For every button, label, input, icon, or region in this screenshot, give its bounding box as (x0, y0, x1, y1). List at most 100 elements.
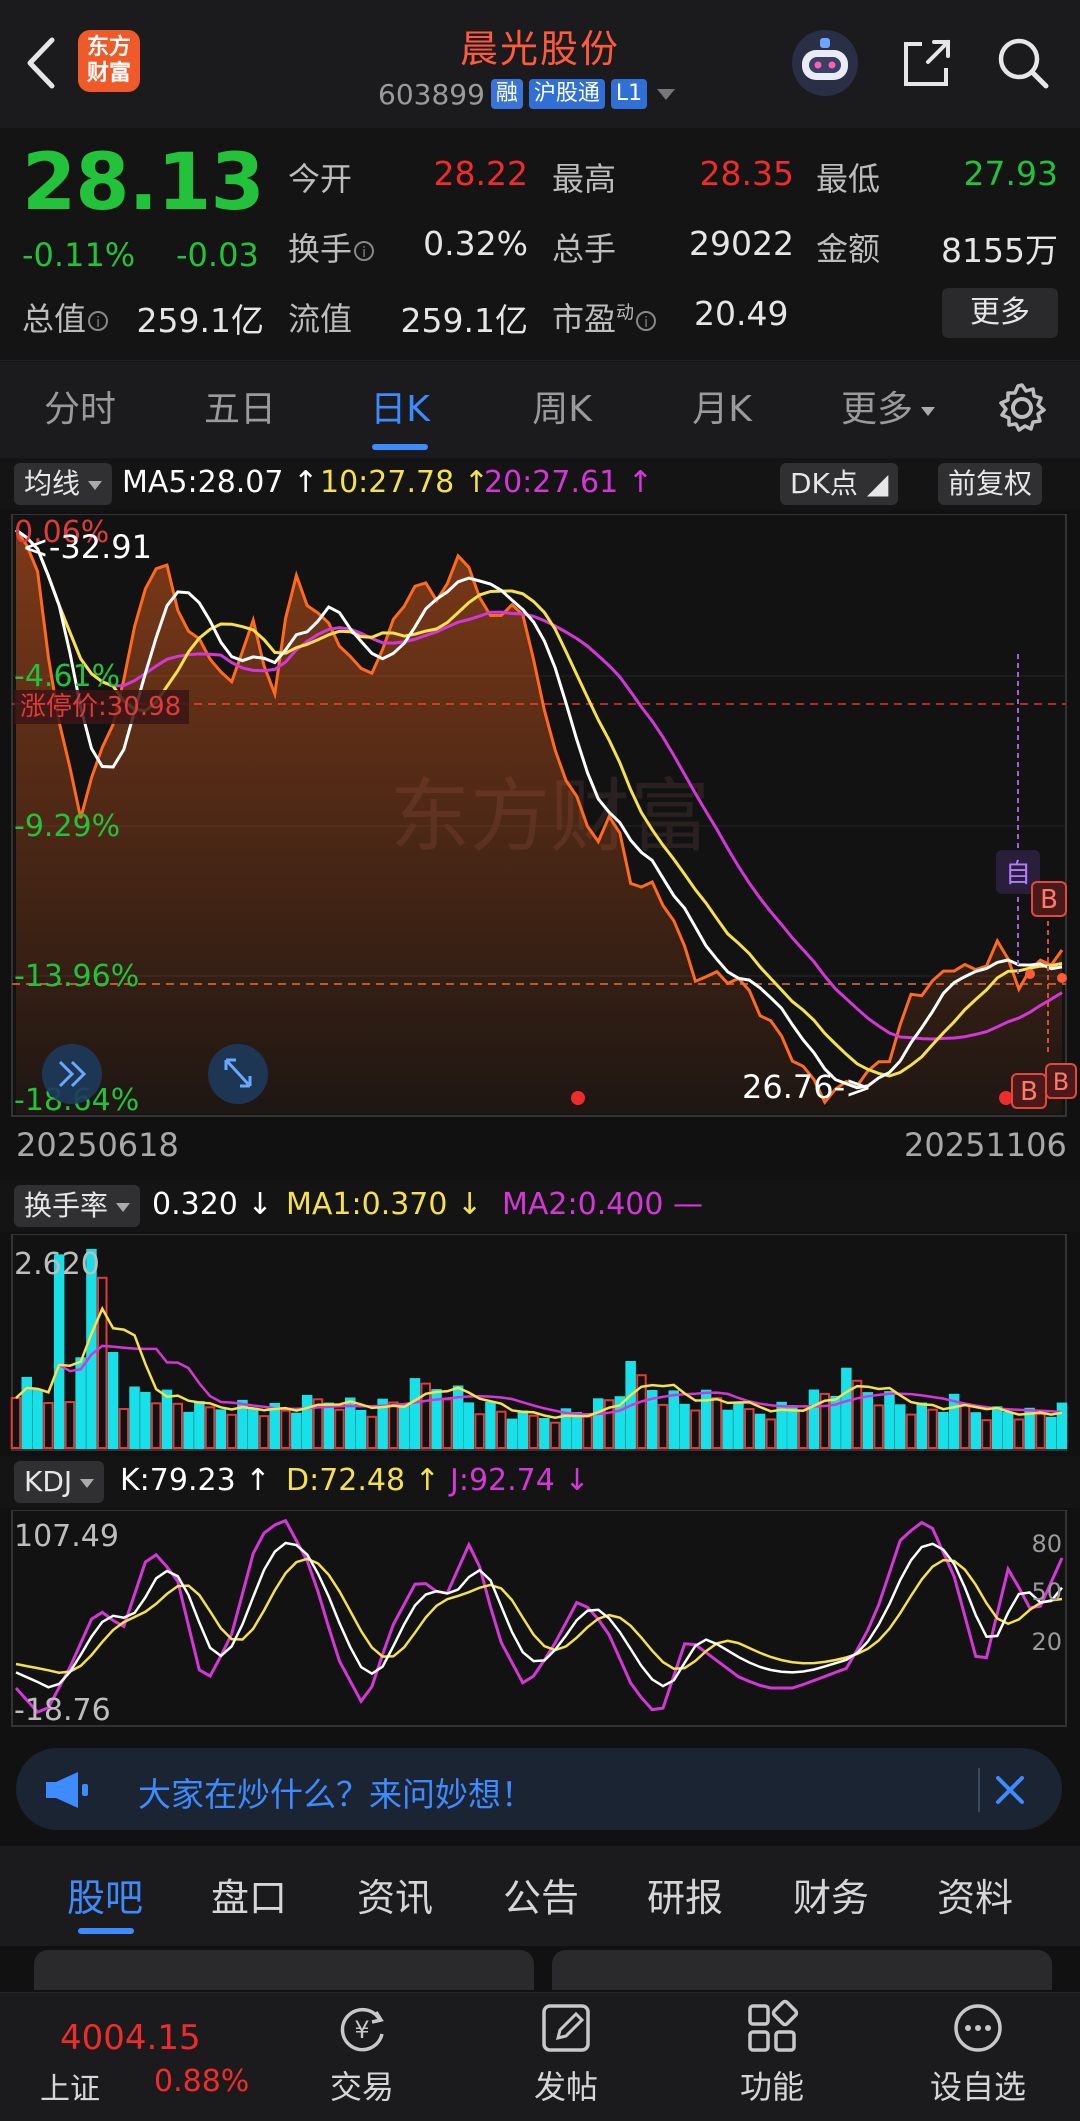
turnover-bar (129, 1386, 140, 1449)
self-tag-label: 自 (1005, 859, 1031, 889)
post-card-peek[interactable] (34, 1950, 534, 1990)
turnover-bar (409, 1378, 421, 1450)
more-button[interactable]: 更多 (942, 288, 1058, 338)
adjust-button[interactable]: 前复权 (938, 463, 1043, 505)
stock-code-row[interactable]: 603899 融 沪股通 L1 (378, 76, 676, 112)
volume-value: 29022 (689, 224, 794, 263)
turnover-bar (787, 1405, 798, 1450)
index-value[interactable]: 4004.15 (60, 2018, 201, 2058)
turnover-bar (938, 1411, 949, 1449)
turnover-bar (841, 1367, 852, 1449)
turnover-bar (107, 1352, 119, 1449)
turnover-bar (32, 1389, 43, 1450)
kdj-selector[interactable]: KDJ (14, 1461, 105, 1503)
turnover-bar (301, 1394, 313, 1449)
close-icon[interactable] (990, 1770, 1030, 1810)
turnover-bar (75, 1357, 86, 1449)
nav-post[interactable]: 发帖 (496, 1998, 636, 2108)
turnover-bar (992, 1406, 1003, 1450)
amount-value: 8155万 (941, 231, 1058, 270)
edit-icon (542, 2004, 590, 2052)
turnover-bar (161, 1389, 173, 1450)
kdj-level-20: 20 (1031, 1628, 1062, 1656)
chevron-down-icon (657, 88, 676, 100)
turnover-max-label: 2.620 (14, 1247, 100, 1282)
svg-text:¥: ¥ (354, 2016, 369, 2044)
percent-axis-label: -9.29% (14, 809, 120, 844)
turnover-bar (1045, 1416, 1057, 1450)
info-icon: i (354, 241, 375, 261)
turnover-bar (895, 1404, 906, 1450)
low-marker: 26.76-> (742, 1068, 872, 1106)
chart-frame (11, 1510, 1067, 1727)
pe-label[interactable]: 市盈动 i (552, 294, 657, 340)
turnover-bar (485, 1401, 496, 1450)
tab-weekly-k[interactable]: 周K (492, 362, 632, 458)
connect-tag: 沪股通 (528, 79, 605, 109)
percent-axis-label: -4.61% (14, 659, 120, 694)
tab-announcements[interactable]: 公告 (476, 1846, 606, 1946)
info-tabs: 股吧 盘口 资讯 公告 研报 财务 资料 (0, 1846, 1080, 1946)
post-card-peek[interactable] (552, 1950, 1052, 1990)
turnover-bar (571, 1412, 582, 1450)
turnover-selector[interactable]: 换手率 (14, 1185, 141, 1227)
nav-features[interactable]: 功能 (702, 1998, 842, 2108)
turnover-bar (517, 1410, 529, 1449)
tab-monthly-k[interactable]: 月K (652, 362, 792, 458)
kdj-k: K:79.23 ↑ (120, 1463, 271, 1498)
market-cap-value: 259.1亿 (136, 301, 264, 340)
tab-financials[interactable]: 财务 (766, 1846, 896, 1946)
kline-chart[interactable]: 东方财富 0.06%-4.61%-9.29%-13.96%-18.64% 涨停价… (0, 514, 1080, 1118)
turnover-bar (323, 1402, 334, 1450)
change-percent: -0.11% (22, 236, 136, 274)
turnover-chart[interactable]: 2.620 (0, 1234, 1080, 1452)
tab-more[interactable]: 更多 (818, 362, 958, 458)
last-price: 28.13 (22, 138, 265, 228)
buy-tag-label: B (1040, 885, 1058, 915)
share-icon[interactable] (898, 34, 956, 92)
turnover-bar (215, 1409, 227, 1449)
grid-icon (748, 1999, 799, 2052)
tab-research[interactable]: 研报 (620, 1846, 750, 1946)
ma10-legend: 10:27.78 ↑ (320, 465, 489, 500)
nav-trade-label: 交易 (329, 2068, 394, 2106)
kdj-chart[interactable]: 107.49 -18.76 80 50 20 (0, 1510, 1080, 1728)
kdj-max-label: 107.49 (14, 1519, 119, 1554)
turnover-bar (733, 1401, 744, 1449)
tab-order-book[interactable]: 盘口 (184, 1846, 314, 1946)
buy-tag-label: B (1020, 1077, 1038, 1107)
search-icon[interactable] (994, 34, 1052, 92)
tab-news[interactable]: 资讯 (330, 1846, 460, 1946)
turnover-bar (808, 1389, 820, 1449)
gear-icon[interactable] (994, 380, 1050, 436)
active-tab-indicator (78, 1928, 134, 1934)
tab-intraday[interactable]: 分时 (10, 362, 150, 458)
tab-profile[interactable]: 资料 (910, 1846, 1040, 1946)
high-marker: <-32.91 (22, 528, 152, 566)
nav-add-watchlist-label: 设自选 (929, 2068, 1026, 2106)
market-cap-label[interactable]: 总值 i (22, 294, 109, 340)
nav-add-watchlist[interactable]: 设自选 (908, 1998, 1048, 2108)
dk-point-button[interactable]: DK点 ◢ (780, 463, 899, 505)
open-label: 今开 (288, 160, 353, 198)
chevron-down-icon (116, 1202, 131, 1212)
turnover-label[interactable]: 换手 i (288, 224, 375, 270)
kdj-d: D:72.48 ↑ (286, 1463, 440, 1498)
turnover-bar (183, 1411, 194, 1449)
banner-divider (978, 1768, 980, 1812)
index-percent[interactable]: 0.88% (154, 2064, 249, 2099)
turnover-bar (398, 1403, 410, 1450)
index-name[interactable]: 上证 (40, 2064, 100, 2108)
info-icon: i (636, 311, 657, 331)
nav-trade[interactable]: ¥ 交易 (292, 1998, 432, 2108)
assistant-robot-icon[interactable] (790, 28, 860, 98)
margin-tag: 融 (490, 79, 523, 109)
tab-five-day[interactable]: 五日 (170, 362, 310, 458)
nav-post-label: 发帖 (533, 2068, 598, 2106)
signal-dot (999, 1091, 1013, 1105)
indicator-selector[interactable]: 均线 (14, 463, 113, 505)
period-tabs: 分时 五日 日K 周K 月K 更多 (0, 362, 1080, 458)
percent-axis-label: -13.96% (14, 959, 139, 994)
more-dots-icon (954, 2004, 1002, 2052)
volume-label: 总手 (552, 230, 617, 268)
